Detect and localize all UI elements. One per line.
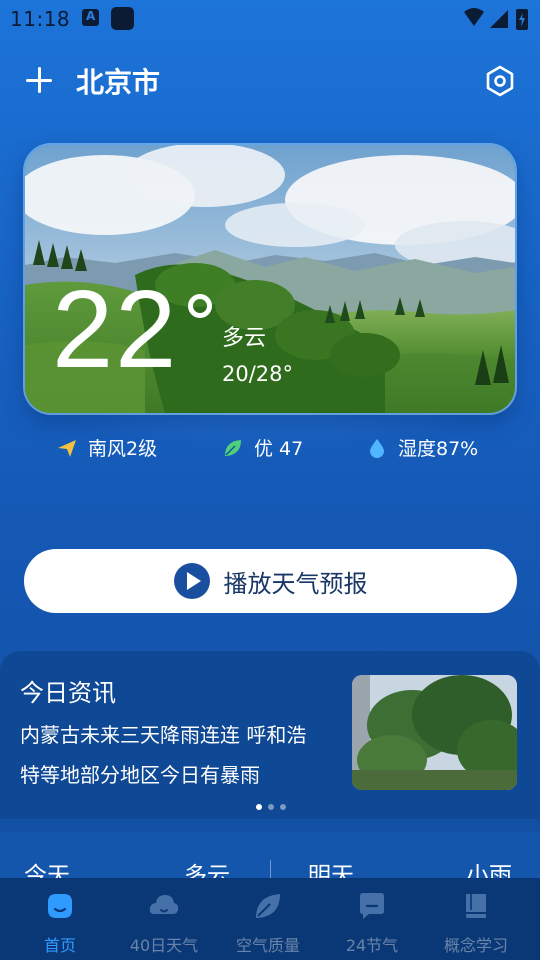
status-icons [464, 8, 528, 30]
nav-item-concept-learning[interactable]: 概念学习 [422, 878, 530, 960]
cloud-icon [149, 895, 179, 914]
header: 北京市 [0, 55, 540, 105]
news-headline-line2: 特等地部分地区今日有暴雨 [20, 763, 260, 787]
news-thumbnail[interactable] [352, 675, 517, 790]
signal-icon [490, 10, 508, 28]
temperature-range: 20/28° [222, 362, 294, 386]
forecast-strip[interactable]: 今天 多云 明天 小雨 [0, 832, 540, 882]
nav-item-40day[interactable]: 40日天气 [110, 878, 218, 960]
settings-icon[interactable] [484, 65, 516, 97]
wifi-icon [464, 8, 484, 26]
humidity-label: 湿度87% [398, 438, 479, 460]
nav-label-40day: 40日天气 [129, 936, 199, 955]
wind-stat: 南风2级 [56, 434, 157, 461]
air-quality-stat[interactable]: 优 47 [222, 434, 303, 461]
news-section-title: 今日资讯 [20, 679, 116, 707]
air-quality-label: 优 47 [254, 438, 304, 460]
wind-label: 南风2级 [88, 438, 158, 460]
bottom-navigation: 首页 40日天气 空气质量 24节气 概念学习 [0, 878, 540, 960]
play-forecast-button[interactable]: 播放天气预报 [24, 549, 517, 613]
add-city-button[interactable] [22, 63, 56, 97]
news-headline-line1: 内蒙古未来三天降雨连连 呼和浩 [20, 723, 307, 747]
news-headline[interactable]: 内蒙古未来三天降雨连连 呼和浩 特等地部分地区今日有暴雨 [20, 715, 340, 795]
pagination-dot[interactable] [256, 804, 262, 810]
water-drop-icon [370, 438, 384, 458]
weather-stats: 南风2级 优 47 湿度87% [0, 430, 540, 466]
status-time: 11:18 [10, 7, 71, 31]
pagination-dot[interactable] [280, 804, 286, 810]
play-forecast-label: 播放天气预报 [223, 569, 368, 598]
home-face-icon [48, 894, 72, 918]
nav-item-air-quality[interactable]: 空气质量 [214, 878, 322, 960]
nav-label-home: 首页 [43, 936, 76, 955]
status-bar: 11:18 [0, 0, 540, 38]
city-name[interactable]: 北京市 [76, 61, 160, 101]
news-pagination [256, 804, 286, 810]
leaf-icon [256, 894, 280, 918]
nav-item-home[interactable]: 首页 [6, 878, 114, 960]
chat-icon [360, 893, 384, 919]
degree-symbol [188, 294, 212, 318]
book-icon [466, 894, 486, 918]
app-notification-icon [82, 9, 99, 26]
news-card[interactable]: 今日资讯 内蒙古未来三天降雨连连 呼和浩 特等地部分地区今日有暴雨 [0, 651, 540, 819]
nav-label-concept-learning: 概念学习 [443, 936, 508, 955]
news-thumbnail-image [352, 675, 517, 790]
nav-label-24-solar-terms: 24节气 [345, 936, 399, 955]
app-square-icon [111, 7, 134, 30]
nav-item-24-solar-terms[interactable]: 24节气 [318, 878, 426, 960]
pagination-dot[interactable] [268, 804, 274, 810]
nav-label-air-quality: 空气质量 [235, 936, 300, 955]
leaf-icon [225, 439, 241, 456]
play-icon [173, 563, 210, 599]
weather-condition: 多云 [222, 326, 267, 351]
wind-direction-icon [58, 439, 76, 457]
current-temperature: 22 [52, 268, 179, 391]
humidity-stat: 湿度87% [366, 434, 478, 461]
